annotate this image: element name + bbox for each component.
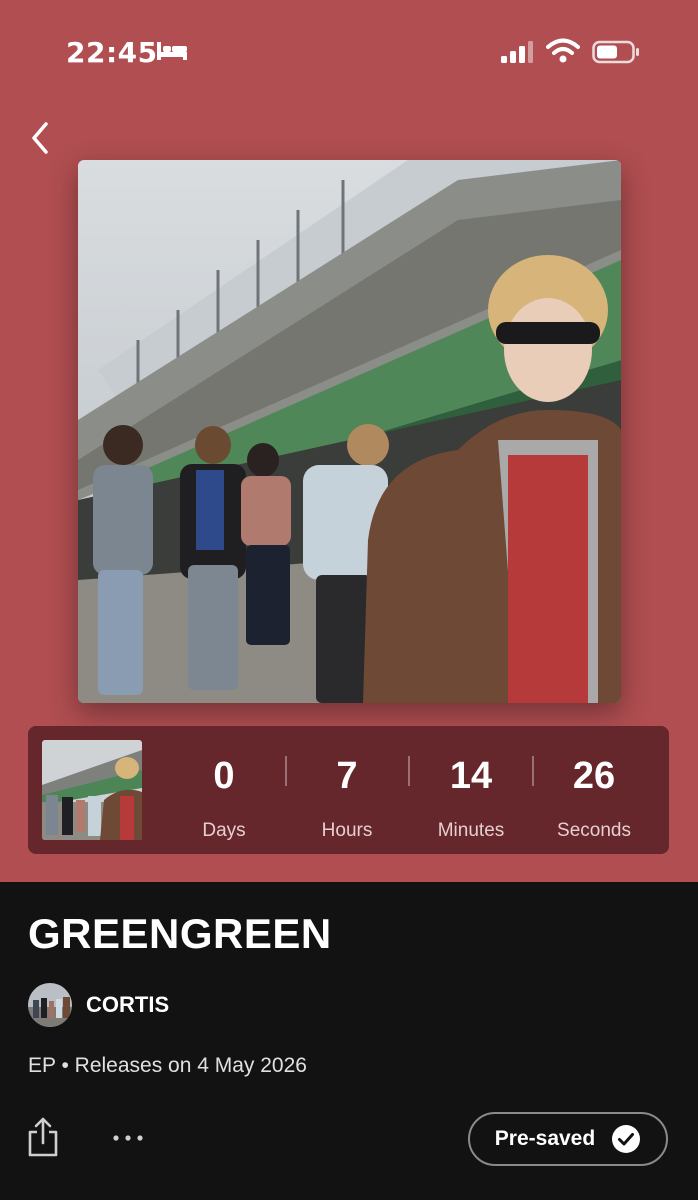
signal-icon [501, 41, 533, 63]
countdown-divider [408, 756, 410, 786]
share-icon[interactable] [26, 1116, 60, 1158]
countdown-seconds-value: 26 [572, 755, 616, 797]
status-time: 22:45 [66, 36, 158, 69]
presave-label: Pre-saved [494, 1127, 596, 1150]
album-cover-image [78, 160, 621, 703]
presave-button[interactable]: Pre-saved [468, 1112, 668, 1166]
countdown-hours: 7 Hours [287, 754, 407, 842]
bed-icon [157, 42, 187, 60]
back-icon[interactable] [26, 118, 56, 158]
countdown-seconds: 26 Seconds [534, 754, 654, 842]
album-title: GREENGREEN [28, 910, 332, 957]
countdown-minutes-value: 14 [449, 755, 493, 797]
countdown-minutes: 14 Minutes [411, 754, 531, 842]
countdown-panel: 0 Days 7 Hours 14 Minutes 26 Seconds [28, 726, 669, 854]
artist-name: CORTIS [86, 992, 170, 1017]
artist-avatar [28, 983, 72, 1027]
countdown-thumbnail-image [42, 740, 142, 840]
countdown-seconds-label: Seconds [557, 820, 631, 841]
release-info: EP • Releases on 4 May 2026 [28, 1054, 307, 1077]
countdown-days-value: 0 [213, 755, 235, 797]
wifi-icon [546, 38, 580, 63]
countdown-days: 0 Days [164, 754, 284, 842]
countdown-minutes-label: Minutes [437, 820, 505, 841]
more-icon[interactable] [110, 1128, 146, 1148]
countdown-days-label: Days [202, 820, 246, 841]
hero-section: 22:45 0 Days 7 Hours 14 Minutes 26 Secon… [0, 0, 698, 882]
countdown-hours-value: 7 [336, 755, 358, 797]
check-circle-icon [612, 1125, 641, 1153]
artist-link[interactable]: CORTIS [28, 982, 169, 1028]
battery-icon [592, 40, 639, 64]
countdown-hours-label: Hours [321, 820, 373, 841]
